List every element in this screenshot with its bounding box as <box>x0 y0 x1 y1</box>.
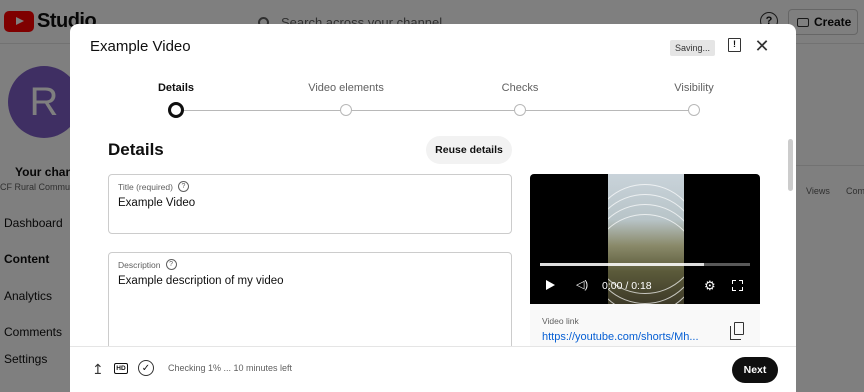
video-progress-bar[interactable] <box>540 263 750 266</box>
description-label-text: Description <box>118 259 161 270</box>
checks-status-icon: ✓ <box>138 360 154 376</box>
upload-stepper: Details Video elements Checks Visibility <box>70 70 796 128</box>
time-display: 0:00 / 0:18 <box>602 280 652 292</box>
tab-details[interactable]: Details <box>158 82 194 94</box>
copy-icon[interactable] <box>730 322 744 340</box>
title-label-text: Title (required) <box>118 181 173 192</box>
title-input[interactable]: Example Video <box>118 197 195 209</box>
next-button[interactable]: Next <box>732 357 778 383</box>
tab-visibility[interactable]: Visibility <box>674 82 714 94</box>
dialog-scrollbar[interactable] <box>788 139 793 191</box>
video-player[interactable]: ◁) 0:00 / 0:18 ⚙ <box>530 174 760 304</box>
gear-icon[interactable]: ⚙ <box>704 278 716 294</box>
volume-icon[interactable]: ◁) <box>576 278 588 291</box>
help-icon[interactable]: ? <box>165 259 177 270</box>
close-icon[interactable]: ✕ <box>754 37 770 55</box>
title-field-label: Title (required) ? <box>118 181 189 192</box>
dialog-footer: ↥ HD ✓ Checking 1% ... 10 minutes left N… <box>70 346 796 392</box>
tab-video-elements[interactable]: Video elements <box>308 82 384 94</box>
feedback-icon[interactable]: ! <box>728 38 741 52</box>
step-dot-checks[interactable] <box>514 104 526 116</box>
description-field-label: Description ? <box>118 259 177 270</box>
video-progress-fill <box>540 263 704 266</box>
upload-dialog: Example Video Saving... ! ✕ Details Vide… <box>70 24 796 392</box>
help-icon[interactable]: ? <box>177 181 189 192</box>
play-icon[interactable] <box>546 280 555 290</box>
video-link[interactable]: https://youtube.com/shorts/Mh... <box>542 331 699 343</box>
step-dot-visibility[interactable] <box>688 104 700 116</box>
video-link-label: Video link <box>542 316 579 326</box>
dialog-header: Example Video Saving... ! ✕ <box>70 24 796 70</box>
saving-status-badge: Saving... <box>670 40 716 56</box>
step-dot-details[interactable] <box>168 102 184 118</box>
tab-checks[interactable]: Checks <box>502 82 539 94</box>
stepper-line <box>349 110 517 111</box>
description-input[interactable]: Example description of my video <box>118 275 284 287</box>
fullscreen-icon[interactable] <box>732 280 743 291</box>
upload-status-text: Checking 1% ... 10 minutes left <box>168 363 293 373</box>
section-title: Details <box>108 140 164 159</box>
video-preview-card: ◁) 0:00 / 0:18 ⚙ Video link https://yout… <box>530 174 760 354</box>
title-field[interactable]: Title (required) ? Example Video <box>108 174 512 234</box>
dialog-title: Example Video <box>90 38 191 55</box>
reuse-details-button[interactable]: Reuse details <box>426 136 512 164</box>
upload-icon: ↥ <box>92 361 104 377</box>
hd-icon: HD <box>114 363 128 374</box>
stepper-line <box>175 110 343 111</box>
stepper-line <box>523 110 691 111</box>
step-dot-video-elements[interactable] <box>340 104 352 116</box>
